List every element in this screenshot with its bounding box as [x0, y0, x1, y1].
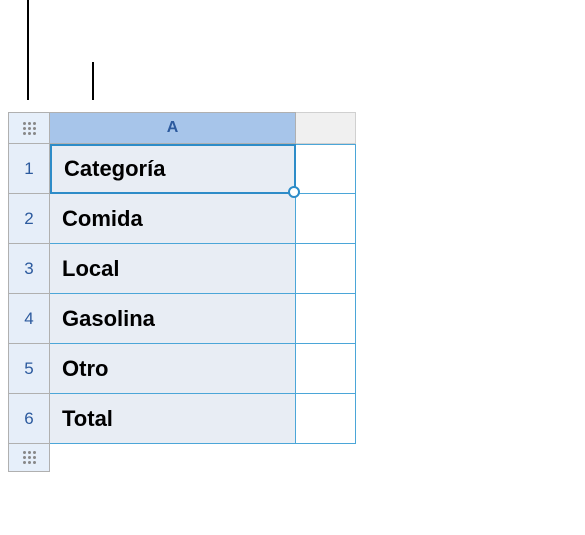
- row-header-1[interactable]: 1: [8, 144, 50, 194]
- callout-line-row-header: [27, 0, 29, 100]
- cell-a2[interactable]: Comida: [50, 194, 296, 244]
- cell-b4[interactable]: [296, 294, 356, 344]
- cell-value: Otro: [62, 356, 108, 382]
- spreadsheet-table: A 1 Categoría 2 Comida 3 Local 4 Gasolin…: [8, 112, 378, 472]
- cell-b3[interactable]: [296, 244, 356, 294]
- table-row: 5 Otro: [8, 344, 378, 394]
- row-header-6[interactable]: 6: [8, 394, 50, 444]
- cell-a5[interactable]: Otro: [50, 344, 296, 394]
- row-header-2[interactable]: 2: [8, 194, 50, 244]
- add-row-handle[interactable]: [8, 444, 50, 472]
- cell-a6[interactable]: Total: [50, 394, 296, 444]
- row-header-5[interactable]: 5: [8, 344, 50, 394]
- table-row: 4 Gasolina: [8, 294, 378, 344]
- cell-value: Gasolina: [62, 306, 155, 332]
- column-header-row: A: [8, 112, 378, 144]
- select-all-corner[interactable]: [8, 112, 50, 144]
- table-row: 2 Comida: [8, 194, 378, 244]
- selection-handle[interactable]: [288, 186, 300, 198]
- grid-dots-icon: [23, 122, 36, 135]
- cell-value: Comida: [62, 206, 143, 232]
- cell-b5[interactable]: [296, 344, 356, 394]
- cell-b6[interactable]: [296, 394, 356, 444]
- cell-value: Categoría: [64, 156, 165, 182]
- footer-row: [8, 444, 378, 472]
- cell-a4[interactable]: Gasolina: [50, 294, 296, 344]
- grid-dots-icon: [23, 451, 36, 464]
- row-header-4[interactable]: 4: [8, 294, 50, 344]
- row-header-3[interactable]: 3: [8, 244, 50, 294]
- table-row: 6 Total: [8, 394, 378, 444]
- column-header-a[interactable]: A: [50, 112, 296, 144]
- cell-a3[interactable]: Local: [50, 244, 296, 294]
- table-row: 1 Categoría: [8, 144, 378, 194]
- callout-line-column-header: [92, 62, 94, 100]
- cell-b2[interactable]: [296, 194, 356, 244]
- cell-value: Local: [62, 256, 119, 282]
- column-header-empty[interactable]: [296, 112, 356, 144]
- table-row: 3 Local: [8, 244, 378, 294]
- cell-a1[interactable]: Categoría: [50, 144, 296, 194]
- cell-b1[interactable]: [296, 144, 356, 194]
- cell-value: Total: [62, 406, 113, 432]
